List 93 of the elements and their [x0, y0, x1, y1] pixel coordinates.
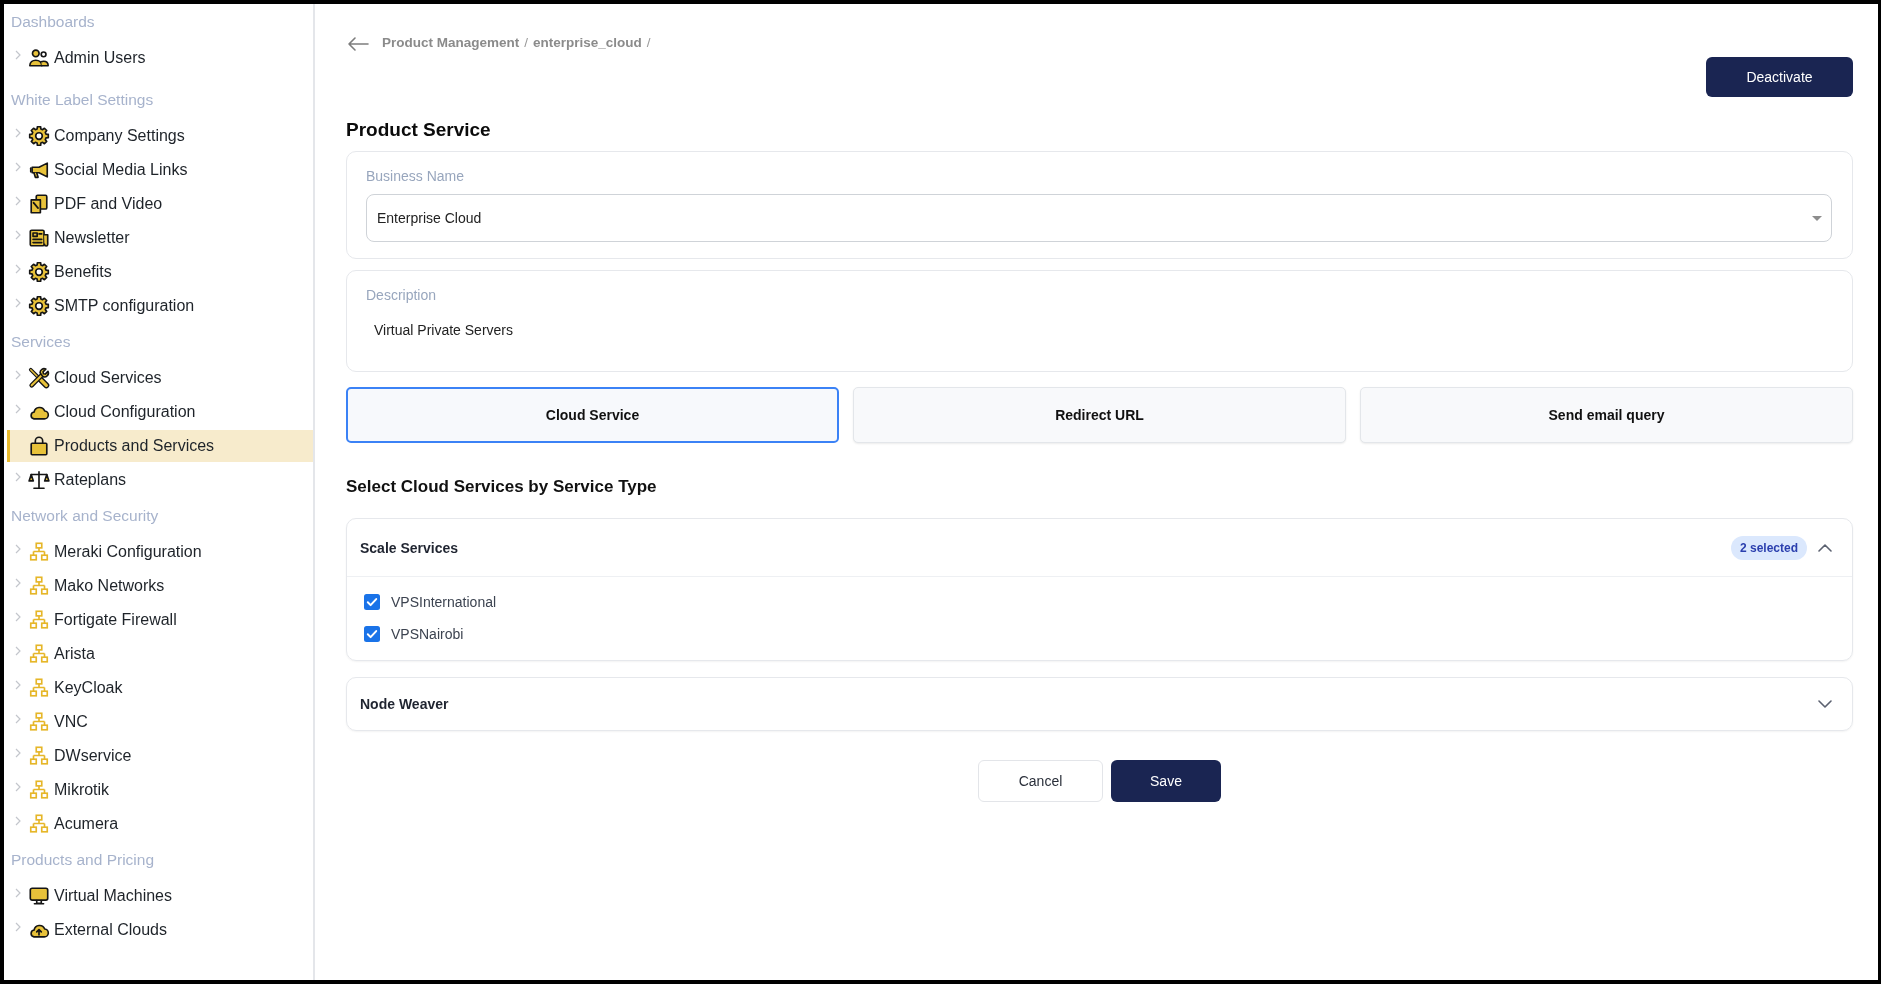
selection-count-badge: 2 selected: [1730, 535, 1807, 560]
network-icon: [28, 779, 50, 801]
chevron-right-icon: [15, 128, 21, 138]
sidebar-item[interactable]: Virtual Machines: [7, 880, 313, 912]
chevron-right-icon: [15, 544, 21, 554]
chevron-right-icon: [15, 370, 21, 380]
chevron-right-icon: [15, 162, 21, 172]
description-text: Virtual Private Servers: [373, 321, 514, 340]
sidebar-section-title: Products and Pricing: [10, 850, 156, 870]
network-icon: [28, 677, 50, 699]
wrench-and-screwdriver-icon: [28, 367, 50, 389]
deactivate-button[interactable]: Deactivate: [1706, 57, 1853, 97]
breadcrumb-separator: /: [646, 34, 651, 50]
megaphone-icon: [28, 159, 50, 181]
chevron-up-icon[interactable]: [1818, 543, 1832, 552]
chevron-right-icon: [15, 748, 21, 758]
sidebar-item[interactable]: PDF and Video: [7, 188, 313, 220]
chevron-right-icon: [15, 612, 21, 622]
back-arrow-icon[interactable]: [347, 36, 369, 52]
chevron-right-icon: [15, 922, 21, 932]
accordion-title: Scale Services: [360, 539, 460, 556]
sidebar-item[interactable]: Admin Users: [7, 42, 313, 74]
monitor-icon: [28, 885, 50, 907]
users-icon: [28, 47, 50, 69]
sidebar-item[interactable]: Cloud Services: [7, 362, 313, 394]
section-title: Select Cloud Services by Service Type: [346, 476, 658, 498]
sidebar-item[interactable]: Newsletter: [7, 222, 313, 254]
chevron-right-icon: [15, 888, 21, 898]
service-type-tab[interactable]: Redirect URL: [853, 387, 1346, 443]
checkbox[interactable]: [364, 626, 380, 642]
cancel-button[interactable]: Cancel: [978, 760, 1103, 802]
chevron-right-icon: [15, 714, 21, 724]
chevron-right-icon: [15, 816, 21, 826]
sidebar-item[interactable]: External Clouds: [7, 914, 313, 946]
sidebar-item[interactable]: Social Media Links: [7, 154, 313, 186]
sidebar-item[interactable]: Mikrotik: [7, 774, 313, 806]
chevron-right-icon: [15, 196, 21, 206]
option-label: VPSInternational: [391, 594, 497, 610]
network-icon: [28, 813, 50, 835]
gear-icon: [28, 125, 50, 147]
service-type-tab[interactable]: Cloud Service: [346, 387, 839, 443]
business-name-select[interactable]: Enterprise Cloud: [366, 194, 1832, 242]
network-icon: [28, 575, 50, 597]
field-label: Business Name: [366, 167, 466, 185]
scales-icon: [28, 469, 50, 491]
sidebar-item[interactable]: Fortigate Firewall: [7, 604, 313, 636]
network-icon: [28, 711, 50, 733]
save-button[interactable]: Save: [1111, 760, 1221, 802]
gear-icon: [28, 261, 50, 283]
sidebar-item[interactable]: Rateplans: [7, 464, 313, 496]
sidebar-item[interactable]: Arista: [7, 638, 313, 670]
sidebar-item[interactable]: Products and Services: [7, 430, 313, 462]
page-title: Product Service: [346, 118, 492, 142]
sidebar-section-title: Network and Security: [10, 506, 160, 526]
gear-icon: [28, 295, 50, 317]
shopping-bag-icon: [28, 435, 50, 457]
sidebar-item[interactable]: Company Settings: [7, 120, 313, 152]
network-icon: [28, 609, 50, 631]
chevron-right-icon: [15, 680, 21, 690]
option-label: VPSNairobi: [391, 626, 464, 642]
chevron-right-icon: [15, 782, 21, 792]
chevron-right-icon: [15, 298, 21, 308]
sidebar-section-title: White Label Settings: [10, 90, 155, 110]
network-icon: [28, 643, 50, 665]
chevron-right-icon: [15, 230, 21, 240]
sidebar-item[interactable]: Meraki Configuration: [7, 536, 313, 568]
chevron-right-icon: [15, 646, 21, 656]
network-icon: [28, 745, 50, 767]
chevron-down-icon[interactable]: [1818, 700, 1832, 708]
sidebar-section-title: Dashboards: [10, 12, 96, 32]
network-icon: [28, 541, 50, 563]
sidebar-item[interactable]: Cloud Configuration: [7, 396, 313, 428]
field-label: Description: [366, 286, 438, 304]
sidebar-item[interactable]: KeyCloak: [7, 672, 313, 704]
sidebar-item[interactable]: SMTP configuration: [7, 290, 313, 322]
sidebar-section-title: Services: [10, 332, 72, 352]
sidebar-item[interactable]: VNC: [7, 706, 313, 738]
chevron-right-icon: [15, 578, 21, 588]
sidebar-item[interactable]: Benefits: [7, 256, 313, 288]
chevron-right-icon: [15, 472, 21, 482]
chevron-right-icon: [15, 50, 21, 60]
sidebar-item[interactable]: Mako Networks: [7, 570, 313, 602]
documents-icon: [28, 193, 50, 215]
newspaper-icon: [28, 227, 50, 249]
checkbox[interactable]: [364, 594, 380, 610]
chevron-right-icon: [15, 404, 21, 414]
chevron-right-icon: [15, 264, 21, 274]
accordion-title: Node Weaver: [360, 696, 450, 712]
sidebar-item[interactable]: Acumera: [7, 808, 313, 840]
dropdown-caret-icon: [1812, 215, 1822, 221]
sidebar-item[interactable]: DWservice: [7, 740, 313, 772]
service-type-tab[interactable]: Send email query: [1360, 387, 1853, 443]
breadcrumb-separator: /: [524, 34, 529, 50]
